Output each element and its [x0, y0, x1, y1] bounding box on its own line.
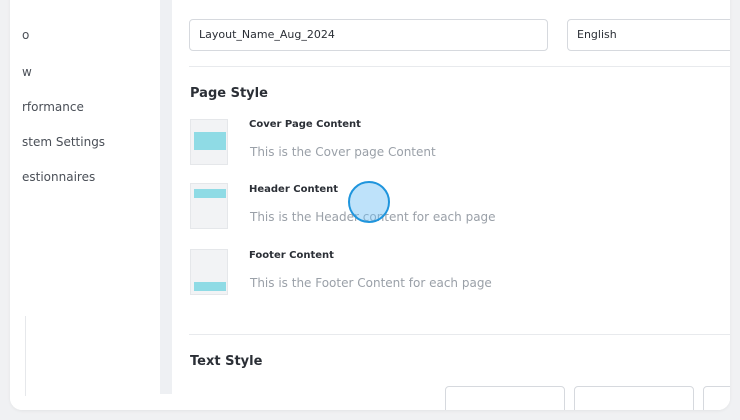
section-divider	[189, 66, 730, 67]
footer-content-description: This is the Footer Content for each page	[250, 276, 492, 290]
sidebar-item-label: rformance	[22, 100, 84, 114]
page-style-heading: Page Style	[190, 86, 268, 101]
layout-name-input[interactable]: Layout_Name_Aug_2024	[189, 19, 548, 51]
text-style-option[interactable]	[574, 386, 694, 410]
sidebar-item-1[interactable]: w	[22, 65, 32, 79]
layout-name-value: Layout_Name_Aug_2024	[199, 28, 335, 41]
sidebar-item-label: stem Settings	[22, 135, 106, 149]
cover-page-block	[194, 132, 226, 150]
language-select[interactable]: English	[567, 19, 730, 51]
sidebar-item-0[interactable]: o	[22, 28, 29, 42]
sidebar-item-label: o	[22, 28, 30, 42]
header-block	[194, 189, 226, 198]
text-style-heading: Text Style	[190, 354, 263, 369]
cover-page-description: This is the Cover page Content	[250, 145, 436, 159]
panel-divider	[160, 0, 172, 394]
sidebar-item-questionnaires[interactable]: estionnaires	[22, 170, 95, 184]
text-style-option[interactable]	[703, 386, 730, 410]
sidebar-divider-line	[25, 316, 26, 396]
sidebar: o w rformance stem Settings estionnaires	[10, 0, 160, 410]
footer-content-title: Footer Content	[249, 250, 334, 261]
section-divider	[189, 334, 730, 335]
header-thumbnail[interactable]	[190, 183, 228, 229]
footer-thumbnail[interactable]	[190, 249, 228, 295]
header-content-title: Header Content	[249, 184, 339, 195]
text-style-option[interactable]	[445, 386, 565, 410]
language-value: English	[577, 28, 617, 41]
cover-page-title: Cover Page Content	[249, 119, 361, 130]
footer-block	[194, 282, 226, 291]
sidebar-item-label: w	[22, 65, 32, 79]
sidebar-item-performance[interactable]: rformance	[22, 100, 84, 114]
click-indicator	[348, 181, 390, 223]
sidebar-item-system-settings[interactable]: stem Settings	[22, 135, 105, 149]
sidebar-item-label: estionnaires	[22, 170, 96, 184]
layout-settings-panel: Layout_Name_Aug_2024 English Page Style …	[172, 0, 730, 410]
cover-page-thumbnail[interactable]	[190, 119, 228, 165]
